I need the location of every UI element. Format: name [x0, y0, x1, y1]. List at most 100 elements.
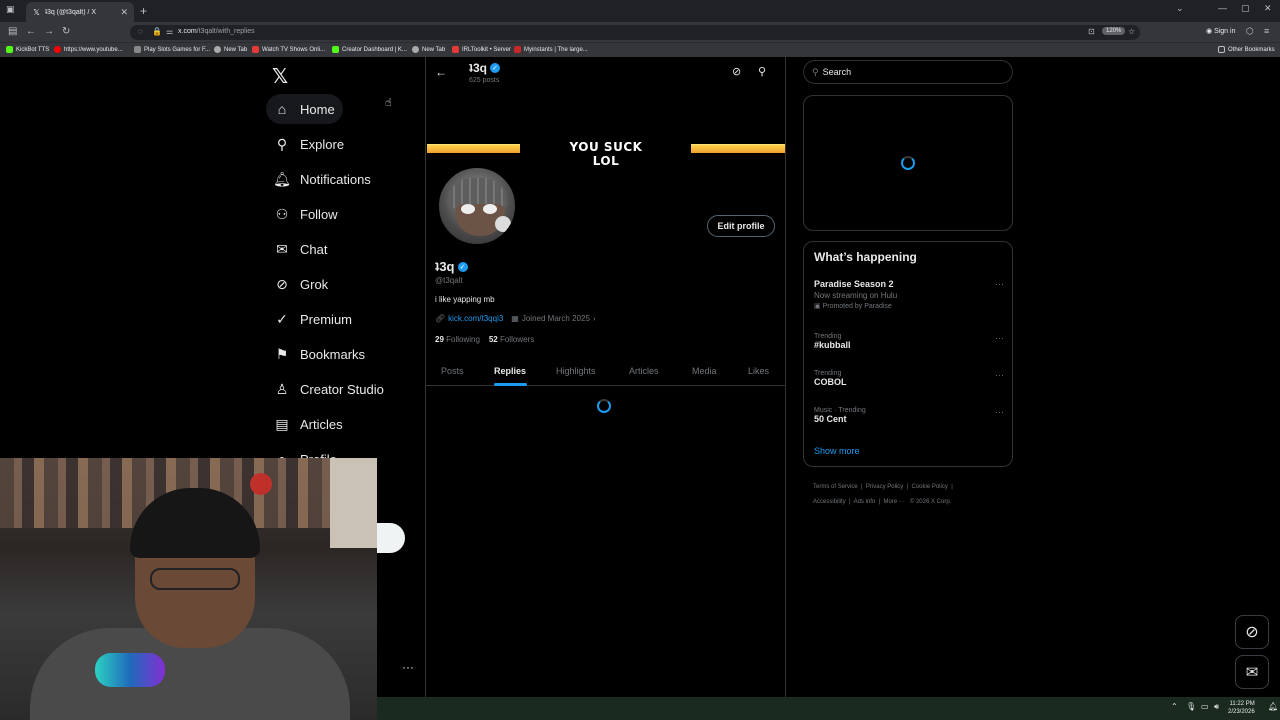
footer-link[interactable]: More ···	[884, 499, 905, 505]
bookmark-item[interactable]: https://www.youtube...	[54, 46, 123, 53]
nav-item-premium[interactable]: ✓ Premium	[266, 304, 360, 334]
trend-more-icon[interactable]: ···	[995, 279, 1004, 289]
grok-icon[interactable]: ⊘	[732, 65, 741, 78]
bell-icon: 🔔︎	[273, 170, 291, 187]
panel-title: What’s happening	[814, 250, 917, 264]
nav-item-chat[interactable]: ✉ Chat	[266, 234, 335, 264]
trend-item[interactable]: Trending COBOL ···	[814, 370, 1004, 387]
nav-item-home[interactable]: ⌂ Home	[266, 94, 343, 124]
bookmark-item[interactable]: Play Slots Games for F...	[134, 46, 210, 53]
minimize-icon[interactable]: —	[1218, 3, 1227, 13]
trend-item[interactable]: Music · Trending 50 Cent ···	[814, 407, 1004, 424]
network-icon[interactable]: ▭	[1201, 702, 1209, 711]
grok-icon: ⊘	[1245, 624, 1259, 641]
nav-item-grok[interactable]: ⊘ Grok	[266, 269, 336, 299]
edit-profile-button[interactable]: Edit profile	[707, 215, 775, 237]
tab-highlights[interactable]: Highlights	[556, 366, 596, 376]
profile-avatar[interactable]	[436, 165, 518, 247]
site-info-icon[interactable]: ◌	[138, 27, 143, 36]
system-clock[interactable]: 11:22 PM 2/23/2026	[1228, 700, 1255, 716]
nav-item-explore[interactable]: ⚲ Explore	[266, 129, 352, 159]
address-bar[interactable]: ◌ 🔒 ⚌ x.com/t3qalt/with_replies ⊡ 120% ☆	[130, 25, 1140, 40]
trend-subtitle: Now streaming on Hulu	[814, 291, 898, 300]
search-icon: ⚲	[812, 66, 819, 77]
avatar-eye	[483, 204, 497, 214]
screenshot-icon[interactable]: ⊡	[1088, 27, 1095, 36]
bookmark-item[interactable]: New Tab	[214, 46, 247, 53]
loading-spinner-icon	[901, 156, 915, 170]
zoom-badge[interactable]: 120%	[1102, 27, 1126, 35]
chevron-right-icon[interactable]: ›	[593, 314, 596, 323]
back-arrow-icon[interactable]: ←	[435, 65, 447, 79]
nav-item-notifications[interactable]: 🔔︎ Notifications	[266, 164, 379, 194]
following-link[interactable]: 29 Following	[435, 335, 480, 344]
footer-link[interactable]: Terms of Service	[813, 484, 858, 490]
bookmark-item[interactable]: Myinstants | The large...	[514, 46, 588, 53]
nav-item-creator-studio[interactable]: ♙ Creator Studio	[266, 374, 392, 404]
kick-icon	[6, 46, 13, 53]
close-tab-icon[interactable]: ✕	[120, 7, 128, 18]
bookmark-item[interactable]: Creator Dashboard | K...	[332, 46, 407, 53]
nav-item-articles[interactable]: ▤ Articles	[266, 409, 351, 439]
lock-icon[interactable]: 🔒	[152, 27, 162, 36]
forward-icon[interactable]: →	[44, 26, 54, 37]
trend-more-icon[interactable]: ···	[995, 333, 1004, 343]
footer-link[interactable]: Cookie Policy	[912, 484, 948, 490]
extensions-icon[interactable]: ⬡	[1246, 26, 1254, 37]
tab-search-icon[interactable]: ⌄	[1176, 3, 1184, 14]
new-tab-icon[interactable]: +	[140, 4, 147, 18]
bookmark-item[interactable]: IRLToolkit • Server	[452, 46, 511, 53]
bookmark-item[interactable]: New Tab	[412, 46, 445, 53]
tab-list-icon[interactable]: ▣	[6, 4, 15, 15]
footer-link[interactable]: Accessibility	[813, 499, 846, 505]
bookmark-star-icon[interactable]: ☆	[1128, 27, 1135, 36]
tab-articles[interactable]: Articles	[629, 366, 659, 376]
search-icon[interactable]: ⚲	[758, 65, 766, 78]
post-button[interactable]	[376, 523, 405, 553]
reload-icon[interactable]: ↻	[62, 26, 70, 37]
profile-bio: i like yapping mb	[435, 295, 495, 304]
grok-fab-button[interactable]: ⊘	[1235, 615, 1269, 649]
avatar-eye	[461, 204, 475, 214]
notification-bell-icon[interactable]: 🔔︎	[1268, 702, 1278, 711]
more-options-icon[interactable]: ···	[402, 660, 414, 674]
footer-link[interactable]: Ads info	[854, 499, 876, 505]
tab-posts[interactable]: Posts	[441, 366, 464, 376]
search-input[interactable]: ⚲ Search	[803, 60, 1013, 84]
trend-more-icon[interactable]: ···	[995, 370, 1004, 380]
mouse-cursor-icon: ☝	[385, 97, 392, 109]
tune-icon[interactable]: ⚌	[166, 27, 173, 36]
sign-in-button[interactable]: ◉ Sign in	[1206, 27, 1235, 35]
nav-item-bookmarks[interactable]: ⚑ Bookmarks	[266, 339, 373, 369]
trend-more-icon[interactable]: ···	[995, 407, 1004, 417]
calendar-icon: ▦	[511, 314, 519, 323]
tab-media[interactable]: Media	[692, 366, 717, 376]
sidebar-toggle-icon[interactable]: ▤	[8, 26, 17, 37]
trend-item[interactable]: Paradise Season 2 Now streaming on Hulu …	[814, 279, 1004, 310]
tab-replies[interactable]: Replies	[494, 366, 526, 376]
trend-title: Paradise Season 2	[814, 279, 894, 289]
footer-link[interactable]: Privacy Policy	[866, 484, 903, 490]
trend-item[interactable]: Trending #kubball ···	[814, 333, 1004, 350]
browser-tab-active[interactable]: 𝕏 ʇ3q (@t3qalt) / X ✕	[26, 2, 134, 22]
close-window-icon[interactable]: ✕	[1264, 3, 1272, 14]
microphone-icon[interactable]: 🎙︎	[1186, 702, 1196, 711]
nav-item-follow[interactable]: ⚇ Follow	[266, 199, 346, 229]
banner-bar-left	[427, 144, 520, 153]
volume-icon[interactable]: 🔊︎	[1214, 702, 1219, 712]
followers-link[interactable]: 52 Followers	[489, 335, 534, 344]
maximize-icon[interactable]: ▢	[1241, 3, 1250, 14]
messages-fab-button[interactable]: ✉	[1235, 655, 1269, 689]
menu-icon[interactable]: ≡	[1264, 26, 1269, 36]
bookmark-item[interactable]: Watch TV Shows Onli...	[252, 46, 325, 53]
profile-link[interactable]: kick.com/t3qqi3	[448, 314, 503, 323]
tab-likes[interactable]: Likes	[748, 366, 769, 376]
other-bookmarks-label: Other Bookmarks	[1228, 46, 1275, 53]
back-icon[interactable]: ←	[26, 26, 36, 37]
bookmark-item[interactable]: KickBot TTS	[6, 46, 49, 53]
show-more-link[interactable]: Show more	[814, 446, 860, 456]
x-logo[interactable]: 𝕏	[272, 64, 288, 89]
tray-chevron-icon[interactable]: ⌃	[1171, 702, 1178, 711]
verified-badge-icon[interactable]: ✓	[457, 261, 468, 272]
other-bookmarks[interactable]: Other Bookmarks	[1218, 46, 1275, 53]
